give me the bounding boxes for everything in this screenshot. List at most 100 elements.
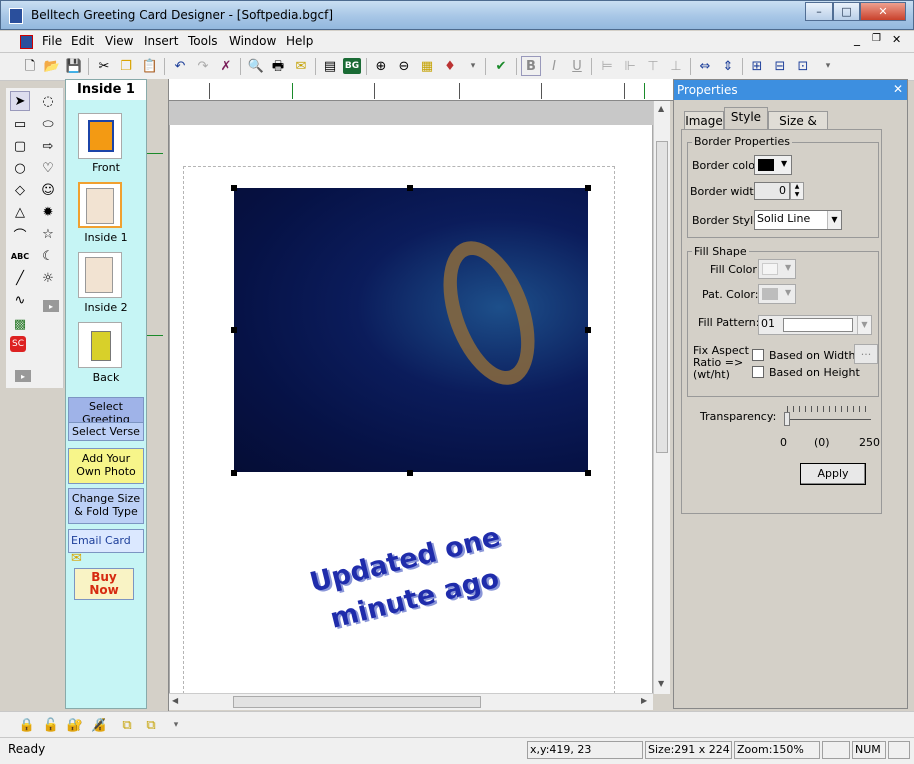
resize-handle[interactable] bbox=[231, 470, 237, 476]
menu-window[interactable]: Window bbox=[229, 34, 276, 48]
align-top-icon[interactable]: ⊤ bbox=[643, 56, 663, 76]
card-image[interactable] bbox=[234, 188, 588, 472]
resize-handle[interactable] bbox=[585, 327, 591, 333]
clipart-tool-icon[interactable]: SC bbox=[10, 336, 26, 352]
unlock-icon[interactable]: 🔓 bbox=[41, 715, 61, 735]
background-icon[interactable]: BG bbox=[343, 58, 361, 74]
border-width-input[interactable]: 0 bbox=[754, 182, 790, 200]
center-vertical-icon[interactable]: ⊟ bbox=[770, 56, 790, 76]
horizontal-scrollbar[interactable]: ◀ ▶ bbox=[169, 693, 653, 710]
based-on-height-checkbox[interactable] bbox=[752, 366, 764, 378]
mdi-restore-button[interactable]: ❐ bbox=[872, 33, 881, 44]
underline-icon[interactable]: U bbox=[567, 56, 587, 76]
scroll-down-icon[interactable]: ▼ bbox=[658, 679, 664, 688]
vertical-scroll-thumb[interactable] bbox=[656, 141, 668, 453]
add-photo-button[interactable]: Add Your Own Photo bbox=[68, 448, 144, 484]
toolbar-overflow-icon[interactable]: ▾ bbox=[166, 715, 186, 735]
triangle-icon[interactable]: △ bbox=[10, 202, 30, 222]
apply-button[interactable]: Apply bbox=[800, 463, 866, 485]
center-horizontal-icon[interactable]: ⊞ bbox=[747, 56, 767, 76]
menu-help[interactable]: Help bbox=[286, 34, 313, 48]
border-width-spinner[interactable]: ▲ ▼ bbox=[790, 182, 804, 200]
cut-icon[interactable]: ✂ bbox=[94, 56, 114, 76]
ellipse-icon[interactable]: ○ bbox=[10, 158, 30, 178]
paste-icon[interactable]: 📋 bbox=[140, 56, 160, 76]
grid-icon[interactable]: ▦ bbox=[417, 56, 437, 76]
border-style-select[interactable]: Solid Line ▼ bbox=[754, 210, 842, 230]
italic-icon[interactable]: I bbox=[544, 56, 564, 76]
callout-round-icon[interactable]: ⬭ bbox=[38, 114, 58, 134]
pattern-color-picker[interactable]: ▼ bbox=[758, 284, 796, 304]
spellcheck-icon[interactable]: ✔ bbox=[491, 56, 511, 76]
tab-size-pos[interactable]: Size & Pos bbox=[768, 111, 828, 146]
shapes-overflow-icon[interactable]: ▸ bbox=[43, 300, 59, 312]
minimize-button[interactable]: – bbox=[805, 2, 833, 21]
resize-handle[interactable] bbox=[585, 185, 591, 191]
email-card-button[interactable]: Email Card ✉ bbox=[68, 529, 144, 566]
moon-icon[interactable]: ☾ bbox=[38, 246, 58, 266]
mdi-minimize-button[interactable]: _ bbox=[854, 32, 860, 46]
flip-horizontal-icon[interactable]: ⇔ bbox=[695, 56, 715, 76]
border-color-picker[interactable]: ▼ bbox=[754, 155, 792, 175]
fill-pattern-select[interactable]: 01 ▼ bbox=[758, 315, 872, 335]
align-bottom-icon[interactable]: ⊥ bbox=[666, 56, 686, 76]
page-thumb-inside-1[interactable] bbox=[78, 182, 122, 228]
toolbar-overflow-icon[interactable]: ▾ bbox=[818, 56, 838, 76]
lock-all-icon[interactable]: 🔐 bbox=[65, 715, 85, 735]
tools-overflow-icon[interactable]: ▸ bbox=[15, 370, 31, 382]
print-preview-icon[interactable]: 🔍 bbox=[246, 56, 266, 76]
aspect-options-button[interactable]: ... bbox=[854, 344, 878, 364]
smiley-icon[interactable]: ☺ bbox=[38, 180, 58, 200]
burst-icon[interactable]: ✹ bbox=[38, 202, 58, 222]
fill-color-picker[interactable]: ▼ bbox=[758, 259, 796, 279]
redo-icon[interactable]: ↷ bbox=[193, 56, 213, 76]
callout-icon[interactable]: ◌ bbox=[38, 91, 58, 111]
clipart-icon[interactable]: ♦ bbox=[440, 56, 460, 76]
change-size-button[interactable]: Change Size & Fold Type bbox=[68, 488, 144, 524]
center-page-icon[interactable]: ⊡ bbox=[793, 56, 813, 76]
menu-tools[interactable]: Tools bbox=[188, 34, 218, 48]
properties-icon[interactable]: ▤ bbox=[320, 56, 340, 76]
polygon-icon[interactable]: ⌒ bbox=[10, 224, 30, 244]
unlock-all-icon[interactable]: 🔏 bbox=[89, 715, 109, 735]
image-icon[interactable]: ▩ bbox=[10, 314, 30, 334]
menu-edit[interactable]: Edit bbox=[71, 34, 94, 48]
scroll-left-icon[interactable]: ◀ bbox=[172, 696, 178, 705]
align-center-icon[interactable]: ⊩ bbox=[620, 56, 640, 76]
page-thumb-inside-2[interactable] bbox=[78, 252, 122, 298]
resize-handle[interactable] bbox=[407, 185, 413, 191]
send-backward-icon[interactable]: ⧉ bbox=[141, 715, 161, 735]
resize-handle[interactable] bbox=[231, 327, 237, 333]
align-left-icon[interactable]: ⊨ bbox=[597, 56, 617, 76]
zoom-in-icon[interactable]: ⊕ bbox=[371, 56, 391, 76]
buy-now-button[interactable]: Buy Now bbox=[74, 568, 134, 600]
toolbar-overflow-icon[interactable]: ▾ bbox=[463, 56, 483, 76]
menu-view[interactable]: View bbox=[105, 34, 133, 48]
bring-forward-icon[interactable]: ⧉ bbox=[117, 715, 137, 735]
resize-handle[interactable] bbox=[585, 470, 591, 476]
bold-icon[interactable]: B bbox=[521, 56, 541, 76]
select-verse-button[interactable]: Select Verse bbox=[68, 422, 144, 441]
curve-icon[interactable]: ∿ bbox=[10, 290, 30, 310]
open-icon[interactable]: 📂 bbox=[42, 56, 62, 76]
maximize-button[interactable]: □ bbox=[833, 2, 860, 21]
text-tool-icon[interactable]: ABC bbox=[10, 246, 30, 266]
tab-image[interactable]: Image bbox=[684, 111, 724, 129]
mdi-close-button[interactable]: ✕ bbox=[892, 33, 901, 46]
delete-icon[interactable]: ✗ bbox=[216, 56, 236, 76]
print-icon[interactable]: 🖶 bbox=[268, 56, 288, 76]
close-button[interactable]: ✕ bbox=[860, 2, 906, 21]
transparency-slider-thumb[interactable] bbox=[784, 412, 790, 426]
flip-vertical-icon[interactable]: ⇕ bbox=[718, 56, 738, 76]
scroll-right-icon[interactable]: ▶ bbox=[641, 696, 647, 705]
horizontal-scroll-thumb[interactable] bbox=[233, 696, 481, 708]
lock-icon[interactable]: 🔒 bbox=[17, 715, 37, 735]
zoom-out-icon[interactable]: ⊖ bbox=[394, 56, 414, 76]
copy-icon[interactable]: ❐ bbox=[116, 56, 136, 76]
heart-icon[interactable]: ♡ bbox=[38, 158, 58, 178]
properties-close-icon[interactable]: ✕ bbox=[893, 82, 903, 96]
rectangle-icon[interactable]: ▭ bbox=[10, 114, 30, 134]
star-icon[interactable]: ☆ bbox=[38, 224, 58, 244]
menu-insert[interactable]: Insert bbox=[144, 34, 178, 48]
arrow-shape-icon[interactable]: ⇨ bbox=[38, 136, 58, 156]
